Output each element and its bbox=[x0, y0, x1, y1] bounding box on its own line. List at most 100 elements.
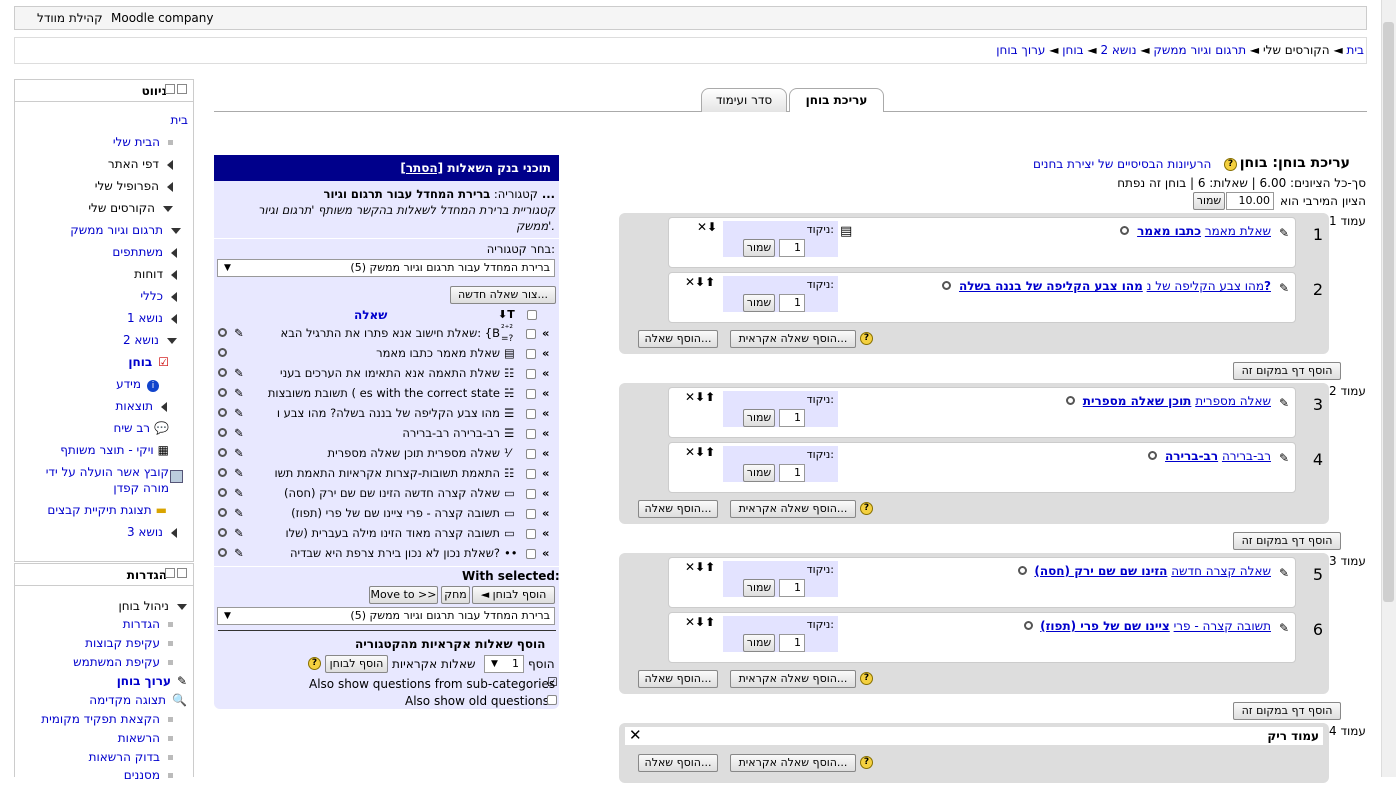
move-remove-icons[interactable]: ✕⬇⬆ bbox=[685, 445, 715, 459]
grade-input[interactable]: 1 bbox=[779, 409, 805, 427]
settings-preview[interactable]: תצוגה מקדימה bbox=[89, 693, 166, 707]
nav-folder[interactable]: תצוגת תיקיית קבצים bbox=[47, 503, 151, 517]
edit-icon[interactable]: ✎ bbox=[234, 326, 244, 340]
nav-site-pages[interactable]: דפי האתר bbox=[108, 157, 159, 171]
grade-input[interactable]: 1 bbox=[779, 579, 805, 597]
move-remove-icons[interactable]: ✕⬇⬆ bbox=[685, 390, 715, 404]
add-page-button[interactable]: הוסף דף במקום זה bbox=[1233, 702, 1341, 720]
settings-filters[interactable]: מסננים bbox=[124, 768, 160, 782]
save-grade-button[interactable]: שמור bbox=[743, 294, 775, 312]
breadcrumb-edit-quiz[interactable]: ערוך בוחן bbox=[996, 43, 1045, 57]
question-type-link[interactable]: רב-ברירה bbox=[1222, 449, 1271, 463]
add-selected-to-quiz-button[interactable]: ◄ הוסף לבוחן bbox=[472, 586, 555, 604]
add-random-question-button[interactable]: הוסף שאלה אקראית... bbox=[730, 754, 856, 772]
preview-icon[interactable] bbox=[1017, 566, 1027, 575]
breadcrumb-home[interactable]: בית bbox=[1346, 43, 1364, 57]
question-checkbox[interactable] bbox=[526, 448, 536, 462]
preview-icon[interactable] bbox=[218, 466, 227, 480]
move-to-button[interactable]: Move to >> bbox=[369, 586, 438, 604]
question-checkbox[interactable] bbox=[526, 428, 536, 442]
max-grade-input[interactable]: 10.00 bbox=[1226, 192, 1274, 210]
settings-edit-quiz[interactable]: ערוך בוחן bbox=[117, 674, 171, 688]
edit-icon[interactable]: ✎ bbox=[1279, 566, 1289, 580]
nav-my-home[interactable]: הבית שלי bbox=[113, 135, 160, 149]
show-subcategories-checkbox[interactable]: ☑ bbox=[547, 675, 558, 689]
help-icon[interactable]: ? bbox=[860, 332, 873, 345]
community-link[interactable]: קהילת מוודל bbox=[37, 11, 103, 25]
help-icon[interactable]: ? bbox=[860, 672, 873, 685]
preview-icon[interactable] bbox=[218, 486, 227, 500]
edit-icon[interactable]: ✎ bbox=[234, 466, 244, 480]
save-grade-button[interactable]: שמור bbox=[743, 409, 775, 427]
edit-icon[interactable]: ✎ bbox=[1279, 396, 1289, 410]
nav-course[interactable]: תרגום וגיור ממשק bbox=[70, 223, 163, 237]
nav-topic-1[interactable]: נושא 1 bbox=[127, 311, 163, 325]
grade-input[interactable]: 1 bbox=[779, 239, 805, 257]
preview-icon[interactable] bbox=[218, 426, 227, 440]
preview-icon[interactable] bbox=[218, 386, 227, 400]
add-question-button[interactable]: הוסף שאלה... bbox=[638, 670, 718, 688]
preview-icon[interactable] bbox=[218, 406, 227, 420]
nav-my-profile[interactable]: הפרופיל שלי bbox=[95, 179, 159, 193]
add-to-quiz-icon[interactable]: « bbox=[542, 426, 549, 440]
question-name-link[interactable]: כתבו מאמר bbox=[1137, 224, 1201, 238]
edit-icon[interactable]: ✎ bbox=[234, 506, 244, 520]
question-name-link[interactable]: תוכן שאלה מספרית bbox=[1083, 394, 1192, 408]
collapse-tree-icon[interactable] bbox=[177, 603, 187, 610]
add-to-quiz-icon[interactable]: « bbox=[542, 526, 549, 540]
save-grade-button[interactable]: שמור bbox=[743, 634, 775, 652]
edit-icon[interactable]: ✎ bbox=[1279, 451, 1289, 465]
add-random-question-button[interactable]: הוסף שאלה אקראית... bbox=[730, 670, 856, 688]
edit-icon[interactable]: ✎ bbox=[234, 426, 244, 440]
preview-icon[interactable] bbox=[218, 546, 227, 560]
preview-icon[interactable] bbox=[1066, 396, 1076, 405]
nav-topic-2[interactable]: נושא 2 bbox=[123, 333, 159, 347]
question-type-link[interactable]: שאלת מאמר bbox=[1205, 224, 1271, 238]
question-checkbox[interactable] bbox=[526, 488, 536, 502]
preview-icon[interactable] bbox=[218, 526, 227, 540]
delete-selected-button[interactable]: מחק bbox=[441, 586, 470, 604]
nav-forum[interactable]: רב שיח bbox=[113, 421, 150, 435]
add-page-button[interactable]: הוסף דף במקום זה bbox=[1233, 362, 1341, 380]
nav-quiz[interactable]: בוחן bbox=[128, 355, 152, 369]
hide-bank-link[interactable]: [הסתר] bbox=[400, 161, 443, 175]
nav-participants[interactable]: משתתפים bbox=[112, 245, 163, 259]
edit-icon[interactable]: ✎ bbox=[234, 386, 244, 400]
nav-wiki[interactable]: ויקי - תוצר משותף bbox=[60, 443, 153, 457]
question-checkbox[interactable] bbox=[526, 348, 536, 362]
add-to-quiz-icon[interactable]: « bbox=[542, 366, 549, 380]
edit-icon[interactable]: ✎ bbox=[234, 546, 244, 560]
question-name-link[interactable]: ציינו שם של פרי (תפוז) bbox=[1040, 619, 1170, 633]
breadcrumb-course[interactable]: תרגום וגיור ממשק bbox=[1153, 43, 1246, 57]
move-category-select[interactable]: ברירת המחדל עבור תרגום וגיור ממשק (5) ▼ bbox=[217, 607, 555, 625]
nav-general[interactable]: כללי bbox=[140, 289, 163, 303]
expand-icon[interactable] bbox=[161, 401, 167, 412]
preview-icon[interactable] bbox=[942, 281, 952, 290]
question-checkbox[interactable] bbox=[526, 528, 536, 542]
add-to-quiz-icon[interactable]: « bbox=[542, 406, 549, 420]
move-remove-icons[interactable]: ✕⬇⬆ bbox=[685, 560, 715, 574]
nav-reports[interactable]: דוחות bbox=[134, 267, 163, 281]
dock-icon[interactable] bbox=[165, 568, 175, 578]
help-icon[interactable]: ? bbox=[308, 657, 321, 670]
question-column-header[interactable]: שאלה bbox=[354, 308, 387, 322]
show-old-checkbox[interactable] bbox=[547, 694, 557, 708]
collapse-icon[interactable] bbox=[177, 568, 187, 578]
expand-icon[interactable] bbox=[171, 527, 177, 538]
question-checkbox[interactable] bbox=[526, 368, 536, 382]
tab-order-paging[interactable]: סדר ועימוד bbox=[701, 88, 787, 112]
add-question-button[interactable]: הוסף שאלה... bbox=[638, 754, 718, 772]
breadcrumb-topic[interactable]: נושא 2 bbox=[1100, 43, 1136, 57]
add-to-quiz-icon[interactable]: « bbox=[542, 546, 549, 560]
help-icon[interactable]: ? bbox=[860, 756, 873, 769]
question-checkbox[interactable] bbox=[526, 468, 536, 482]
breadcrumb-quiz[interactable]: בוחן bbox=[1062, 43, 1083, 57]
nav-file[interactable]: קובץ אשר הועלה על ידי מורה קפדן bbox=[46, 465, 169, 495]
question-name-link[interactable]: רב-ברירה bbox=[1165, 449, 1218, 463]
preview-icon[interactable] bbox=[1023, 621, 1033, 630]
save-max-grade-button[interactable]: שמור bbox=[1193, 192, 1225, 210]
nav-topic-3[interactable]: נושא 3 bbox=[127, 525, 163, 539]
question-type-link[interactable]: שאלה קצרה חדשה bbox=[1171, 564, 1271, 578]
settings-user-overrides[interactable]: עקיפת המשתמש bbox=[73, 655, 160, 669]
settings-group-overrides[interactable]: עקיפת קבוצות bbox=[85, 636, 160, 650]
